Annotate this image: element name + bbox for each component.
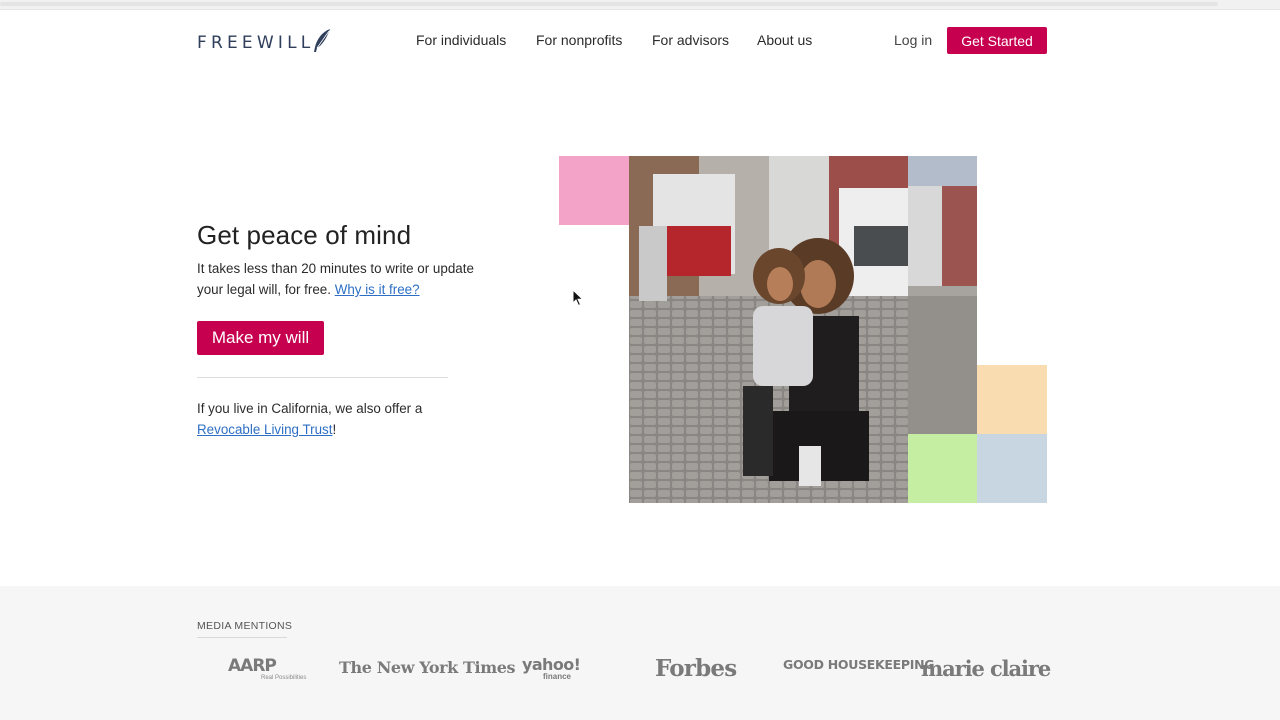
revocable-living-trust-link[interactable]: Revocable Living Trust	[197, 422, 332, 437]
nav-for-advisors[interactable]: For advisors	[652, 31, 729, 49]
browser-top-strip	[0, 0, 1280, 10]
media-mentions-label: MEDIA MENTIONS	[197, 620, 293, 632]
marie-claire-logo: marie claire	[921, 656, 1051, 681]
aarp-logo: AARP	[228, 656, 277, 676]
hero-photo-top-right	[908, 156, 977, 434]
forbes-logo: Forbes	[655, 655, 737, 682]
california-text: If you live in California, we also offer…	[197, 401, 423, 416]
nav-for-individuals[interactable]: For individuals	[416, 31, 506, 49]
decor-square-green	[908, 434, 977, 503]
logo-text: FREEWILL	[197, 33, 315, 53]
login-link[interactable]: Log in	[894, 31, 932, 49]
california-suffix: !	[332, 422, 337, 437]
get-started-button[interactable]: Get Started	[947, 27, 1047, 54]
decor-square-pink	[559, 156, 629, 225]
cursor-icon	[572, 289, 584, 307]
media-label-underline	[197, 637, 287, 638]
decor-square-peach	[977, 365, 1047, 434]
aarp-logo-tagline: Real Possibilities	[261, 675, 307, 681]
make-my-will-button[interactable]: Make my will	[197, 321, 324, 355]
hero-description: It takes less than 20 minutes to write o…	[197, 258, 497, 300]
hero-photo	[629, 156, 908, 503]
decor-square-blue	[977, 434, 1047, 503]
hero-title: Get peace of mind	[197, 220, 412, 250]
quill-icon	[314, 29, 331, 52]
divider	[197, 377, 448, 378]
good-housekeeping-logo: GOOD HOUSEKEEPING	[783, 657, 935, 672]
yahoo-finance-subtext: finance	[543, 672, 572, 681]
freewill-logo[interactable]: FREEWILL	[197, 26, 332, 54]
media-mentions-section	[0, 586, 1280, 720]
yahoo-finance-logo: yahoo!	[522, 655, 581, 674]
why-free-link[interactable]: Why is it free?	[335, 282, 420, 297]
nyt-logo: The New York Times	[339, 658, 516, 677]
nav-about-us[interactable]: About us	[757, 31, 812, 49]
california-note: If you live in California, we also offer…	[197, 398, 497, 440]
horizontal-scrollbar[interactable]	[0, 2, 1218, 6]
nav-for-nonprofits[interactable]: For nonprofits	[536, 31, 622, 49]
